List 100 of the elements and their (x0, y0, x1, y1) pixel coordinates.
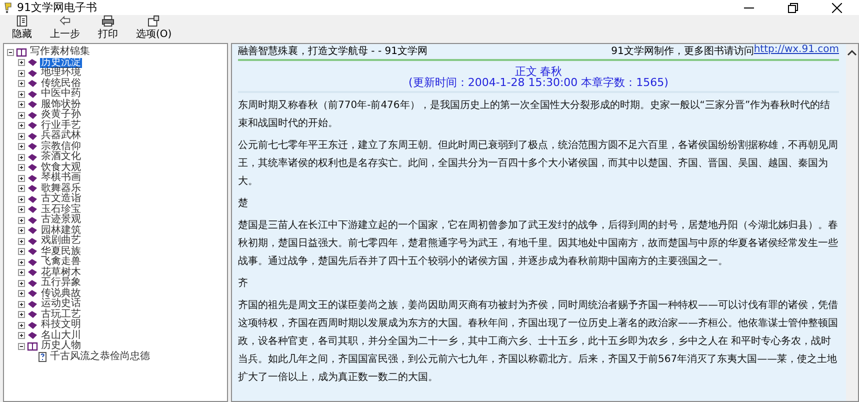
expand-icon[interactable] (18, 143, 25, 150)
tree-item[interactable]: 飞禽走兽 (40, 257, 82, 268)
expand-icon[interactable] (18, 164, 25, 172)
expand-icon[interactable] (18, 206, 25, 214)
paragraph: 齐国的祖先是周文王的谋臣姜尚之族，姜尚因助周灭商有功被封为齐侯，同时周统治者赐予齐国一种特权——可以讨伐有罪的诸侯，凭借这项特权，齐国在西周时期以发展成为东方的大国。春秋年间，齐国出现了一位历史上著名的政治家——齐桓公。他依靠谋士管仲整顿国政，设各种官吏，各司其职，并分全国为二十一乡，其中工商六乡、士十五乡，此十五乡即为农乡，乡中之人在 和平时专心务农，战时当兵。如此几年之间，齐国国富民强，到公元前六七九年，齐国以称霸北方。后来，齐国又于前567年消灭了东夷大国——莱，使之土地扩大了一倍以上，成为真正数一数二的大国。 (238, 298, 839, 385)
tree-item[interactable]: 古迹景观 (40, 215, 82, 226)
expand-icon[interactable] (18, 227, 25, 234)
toolbar-button[interactable]: 上一步 (46, 15, 84, 41)
expand-icon[interactable] (18, 132, 25, 140)
closed-book-icon (27, 184, 38, 194)
tree-item[interactable]: 历史人物 (40, 341, 82, 352)
scroll-up-icon[interactable] (847, 49, 857, 56)
expand-icon[interactable] (18, 269, 25, 276)
expand-icon[interactable] (18, 122, 25, 130)
closed-book-icon (27, 132, 38, 141)
paragraph: 东周时期又称春秋（前770年-前476年），是我国历史上的第一次全国性大分裂形成的时期。史家一般以“三家分晋”作为春秋时代的结束和战国时代的开始。 (238, 98, 832, 131)
expand-icon[interactable] (18, 80, 25, 88)
paragraph: 楚国是三苗人在长江中下游建立起的一个国家，它在周初曾参加了武王发纣的战争，后得到周的封号，居楚地丹阳（今湖北姊归县）。春秋初期，楚国日益强大。前七零四年，楚君熊通字号为武王，有地千里。因其地处中国南方，故而楚国与中原的华夏各诸侯经常发生一些战事。通过战争，楚国先后吞并了四十五个较弱小的诸侯方国，并逐步成为春秋前期中国南方的主要强国之一。 (238, 218, 839, 269)
closed-book-icon (27, 142, 38, 152)
tree-item[interactable]: 兵器武林 (40, 131, 82, 142)
expand-icon[interactable] (18, 290, 25, 298)
scrollbar[interactable] (846, 44, 858, 401)
toolbar-button[interactable]: 打印 (94, 15, 122, 41)
closed-book-icon (27, 163, 38, 172)
closed-book-icon (27, 300, 38, 309)
tree-item[interactable]: 科技文明 (40, 320, 82, 330)
open-book-icon (16, 48, 27, 57)
tree-item[interactable]: 千古风流之恭俭尚忠德 (49, 352, 151, 362)
expand-icon[interactable] (18, 196, 25, 203)
tree-item[interactable]: 宗教信仰 (40, 142, 82, 152)
tree-item[interactable]: 行业手艺 (40, 120, 82, 131)
tree-item[interactable]: 五行异象 (40, 278, 82, 288)
expand-icon[interactable] (18, 59, 25, 66)
expand-icon[interactable] (18, 216, 25, 224)
tree-item[interactable]: 炎黄子孙 (40, 110, 82, 120)
expand-icon[interactable] (18, 154, 25, 161)
expand-icon[interactable] (18, 332, 25, 340)
closed-book-icon (27, 216, 38, 225)
tree-item[interactable]: 写作素材锦集 (29, 47, 91, 58)
tree-item[interactable]: 运动史话 (40, 299, 82, 310)
window-title: 91文学网电子书 (17, 0, 97, 15)
expand-icon[interactable] (18, 300, 25, 308)
expand-icon[interactable] (18, 185, 25, 192)
expand-icon[interactable] (18, 174, 25, 182)
tree-item[interactable]: 传统民俗 (40, 78, 82, 89)
tree-item[interactable]: 传说典故 (40, 288, 82, 299)
paragraph: 公元前七七零年平王东迁，建立了东周王朝。但此时周已衰弱到了极点，统治范围方圆不足六百里，各诸侯国纷纷割据称雄，不再朝见周王，其统率诸侯的权利也是名存实亡。此间，全国共分为一百四十多个大小诸侯国，而其中以楚国、齐国、晋国、吴国、越国、秦国为大。 (238, 138, 839, 189)
expand-icon[interactable] (18, 280, 25, 287)
closed-book-icon (27, 289, 38, 298)
closed-book-icon (27, 247, 38, 256)
closed-book-icon (27, 268, 38, 278)
paragraph: 楚 (238, 196, 249, 211)
closed-book-icon (27, 58, 38, 68)
toolbar-button[interactable]: 隐藏 (8, 15, 36, 41)
tree-item[interactable]: 茶酒文化 (40, 152, 82, 162)
closed-book-icon (27, 152, 38, 162)
tree-item[interactable]: 玉石珍宝 (40, 204, 82, 215)
expand-icon[interactable] (18, 311, 25, 318)
site-link[interactable]: http://wx.91.com (754, 44, 839, 58)
expand-icon[interactable] (18, 90, 25, 98)
collapse-icon[interactable] (7, 48, 14, 56)
chapter-info: (更新时间：2004-1-28 15:30:00 本章字数：1565) (408, 77, 670, 88)
expand-icon[interactable] (18, 112, 25, 119)
tree-item[interactable]: 地理环境 (40, 68, 82, 78)
tree-item[interactable]: 服饰状扮 (40, 100, 82, 110)
closed-book-icon (27, 258, 38, 267)
expand-icon[interactable] (18, 322, 25, 329)
tree-item[interactable]: 名山大川 (40, 330, 82, 341)
page-icon (38, 352, 47, 362)
expand-icon[interactable] (18, 238, 25, 245)
expand-icon[interactable] (18, 258, 25, 266)
open-book-icon (27, 342, 38, 351)
tree-item[interactable]: 园林建筑 (40, 226, 82, 236)
closed-book-icon (27, 110, 38, 120)
tree-item[interactable]: 歌舞器乐 (40, 184, 82, 194)
expand-icon[interactable] (18, 70, 25, 77)
tree-item[interactable]: 琴棋书画 (40, 173, 82, 184)
credit-text: 91文学网制作，更多图书请访问 (611, 44, 754, 58)
closed-book-icon (27, 194, 38, 204)
closed-book-icon (27, 121, 38, 130)
expand-icon[interactable] (18, 101, 25, 108)
closed-book-icon (27, 90, 38, 99)
closed-book-icon (27, 205, 38, 214)
collapse-icon[interactable] (18, 342, 25, 350)
tree-item[interactable]: 华夏民族 (40, 246, 82, 257)
toolbar-button[interactable]: 选项(O) (132, 15, 176, 41)
tree-item[interactable]: 古文造诣 (40, 194, 82, 204)
closed-book-icon (27, 320, 38, 330)
tree-item[interactable]: 戏剧曲艺 (40, 236, 82, 246)
tree-item[interactable]: 饮食大观 (40, 162, 82, 173)
closed-book-icon (27, 79, 38, 88)
tree-item[interactable]: 古玩工艺 (40, 310, 82, 320)
tree-item[interactable]: 中医中药 (40, 89, 82, 100)
paragraph: 齐 (238, 276, 249, 291)
tree-item[interactable]: 花草树木 (40, 268, 82, 278)
expand-icon[interactable] (18, 248, 25, 256)
close-icon[interactable] (832, 2, 842, 12)
closed-book-icon (27, 331, 38, 340)
restore-icon[interactable] (788, 2, 798, 12)
site-slogan: 融善智慧殊襄，打造文学航母 - - 91文学网 (238, 44, 428, 58)
